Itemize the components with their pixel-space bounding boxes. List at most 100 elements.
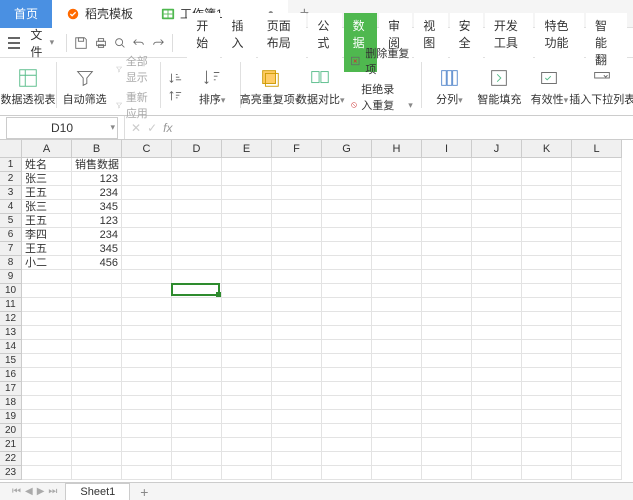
cell-L2[interactable] bbox=[572, 172, 622, 186]
cell-D11[interactable] bbox=[172, 298, 222, 312]
col-header-F[interactable]: F bbox=[272, 140, 322, 158]
cell-K4[interactable] bbox=[522, 200, 572, 214]
row-header-13[interactable]: 13 bbox=[0, 326, 22, 340]
app-menu-button[interactable] bbox=[6, 33, 22, 53]
cell-J11[interactable] bbox=[472, 298, 522, 312]
cell-K12[interactable] bbox=[522, 312, 572, 326]
fx-icon[interactable]: fx bbox=[163, 121, 172, 135]
cell-E6[interactable] bbox=[222, 228, 272, 242]
undo-button[interactable] bbox=[130, 32, 147, 54]
sort-desc-button[interactable] bbox=[166, 88, 184, 104]
row-header-23[interactable]: 23 bbox=[0, 466, 22, 480]
cell-I23[interactable] bbox=[422, 466, 472, 480]
cell-A11[interactable] bbox=[22, 298, 72, 312]
cell-K17[interactable] bbox=[522, 382, 572, 396]
cell-H9[interactable] bbox=[372, 270, 422, 284]
row-header-1[interactable]: 1 bbox=[0, 158, 22, 172]
row-header-22[interactable]: 22 bbox=[0, 452, 22, 466]
cell-D4[interactable] bbox=[172, 200, 222, 214]
cell-B6[interactable]: 234 bbox=[72, 228, 122, 242]
cell-C18[interactable] bbox=[122, 396, 172, 410]
cell-G23[interactable] bbox=[322, 466, 372, 480]
cell-A5[interactable]: 王五 bbox=[22, 214, 72, 228]
cell-D20[interactable] bbox=[172, 424, 222, 438]
cell-K13[interactable] bbox=[522, 326, 572, 340]
cell-B12[interactable] bbox=[72, 312, 122, 326]
cell-L12[interactable] bbox=[572, 312, 622, 326]
cell-B13[interactable] bbox=[72, 326, 122, 340]
add-sheet-button[interactable]: + bbox=[132, 484, 156, 500]
sheet-nav-prev[interactable]: ◀ bbox=[25, 486, 33, 497]
cell-I14[interactable] bbox=[422, 340, 472, 354]
cell-H8[interactable] bbox=[372, 256, 422, 270]
cell-E3[interactable] bbox=[222, 186, 272, 200]
cell-A21[interactable] bbox=[22, 438, 72, 452]
cell-H21[interactable] bbox=[372, 438, 422, 452]
cell-H22[interactable] bbox=[372, 452, 422, 466]
cell-A9[interactable] bbox=[22, 270, 72, 284]
row-header-18[interactable]: 18 bbox=[0, 396, 22, 410]
cell-H13[interactable] bbox=[372, 326, 422, 340]
cell-H14[interactable] bbox=[372, 340, 422, 354]
row-header-12[interactable]: 12 bbox=[0, 312, 22, 326]
cell-G18[interactable] bbox=[322, 396, 372, 410]
row-header-6[interactable]: 6 bbox=[0, 228, 22, 242]
cell-C20[interactable] bbox=[122, 424, 172, 438]
sort-asc-button[interactable] bbox=[166, 70, 184, 86]
cell-A13[interactable] bbox=[22, 326, 72, 340]
row-header-8[interactable]: 8 bbox=[0, 256, 22, 270]
cell-G3[interactable] bbox=[322, 186, 372, 200]
cell-G8[interactable] bbox=[322, 256, 372, 270]
cell-L19[interactable] bbox=[572, 410, 622, 424]
cell-F15[interactable] bbox=[272, 354, 322, 368]
cell-A23[interactable] bbox=[22, 466, 72, 480]
cell-J1[interactable] bbox=[472, 158, 522, 172]
cell-I21[interactable] bbox=[422, 438, 472, 452]
cell-L16[interactable] bbox=[572, 368, 622, 382]
cell-F17[interactable] bbox=[272, 382, 322, 396]
cell-I12[interactable] bbox=[422, 312, 472, 326]
cell-C15[interactable] bbox=[122, 354, 172, 368]
cell-L15[interactable] bbox=[572, 354, 622, 368]
col-header-J[interactable]: J bbox=[472, 140, 522, 158]
cell-B14[interactable] bbox=[72, 340, 122, 354]
cell-E12[interactable] bbox=[222, 312, 272, 326]
select-all-corner[interactable] bbox=[0, 140, 22, 158]
cell-I1[interactable] bbox=[422, 158, 472, 172]
cell-E10[interactable] bbox=[222, 284, 272, 298]
row-header-17[interactable]: 17 bbox=[0, 382, 22, 396]
cell-H11[interactable] bbox=[372, 298, 422, 312]
cell-H6[interactable] bbox=[372, 228, 422, 242]
cell-F7[interactable] bbox=[272, 242, 322, 256]
cell-F16[interactable] bbox=[272, 368, 322, 382]
cell-G16[interactable] bbox=[322, 368, 372, 382]
cell-C1[interactable] bbox=[122, 158, 172, 172]
cell-G21[interactable] bbox=[322, 438, 372, 452]
cell-C22[interactable] bbox=[122, 452, 172, 466]
cell-K11[interactable] bbox=[522, 298, 572, 312]
cell-A22[interactable] bbox=[22, 452, 72, 466]
cell-L11[interactable] bbox=[572, 298, 622, 312]
cell-C16[interactable] bbox=[122, 368, 172, 382]
cell-D10[interactable] bbox=[172, 284, 222, 298]
name-box[interactable]: D10 ▾ bbox=[6, 117, 118, 139]
cell-J3[interactable] bbox=[472, 186, 522, 200]
cell-E22[interactable] bbox=[222, 452, 272, 466]
cell-J20[interactable] bbox=[472, 424, 522, 438]
cell-K1[interactable] bbox=[522, 158, 572, 172]
cell-A8[interactable]: 小二 bbox=[22, 256, 72, 270]
cell-G13[interactable] bbox=[322, 326, 372, 340]
cell-J9[interactable] bbox=[472, 270, 522, 284]
redo-button[interactable] bbox=[149, 32, 166, 54]
cell-B21[interactable] bbox=[72, 438, 122, 452]
cell-A17[interactable] bbox=[22, 382, 72, 396]
cell-L5[interactable] bbox=[572, 214, 622, 228]
cell-E16[interactable] bbox=[222, 368, 272, 382]
cell-I2[interactable] bbox=[422, 172, 472, 186]
cell-L4[interactable] bbox=[572, 200, 622, 214]
cell-A10[interactable] bbox=[22, 284, 72, 298]
col-header-B[interactable]: B bbox=[72, 140, 122, 158]
cell-F11[interactable] bbox=[272, 298, 322, 312]
cell-D3[interactable] bbox=[172, 186, 222, 200]
cell-H2[interactable] bbox=[372, 172, 422, 186]
